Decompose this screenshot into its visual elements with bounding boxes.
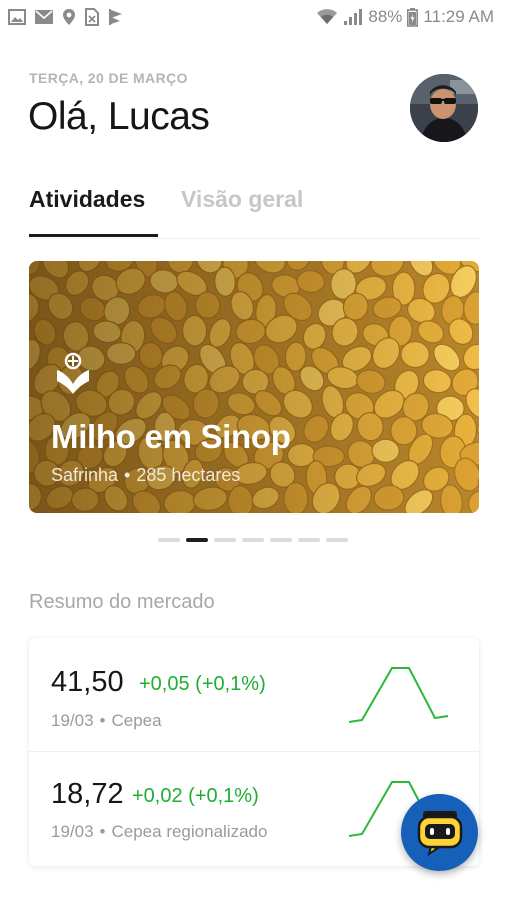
flag-icon (108, 8, 124, 26)
carousel-dot[interactable] (298, 538, 320, 542)
wifi-icon (316, 8, 338, 26)
signal-icon (343, 8, 363, 26)
activity-subtitle: Safrinha • 285 hectares (51, 465, 240, 486)
battery-percent: 88% (368, 7, 403, 26)
battery-icon (407, 7, 419, 27)
sparkline-chart (348, 667, 449, 723)
status-bar: 88% 11:29 AM (0, 0, 506, 34)
assistant-button[interactable] (401, 794, 478, 871)
market-quote-row[interactable]: 41,50 +0,05 (+0,1%) 19/03 • Cepea (29, 638, 479, 752)
no-sim-icon (84, 8, 100, 26)
quote-value: 18,72 (51, 778, 124, 810)
quote-separator: • (99, 711, 106, 730)
quote-change: +0,02 (+0,1%) (132, 785, 259, 807)
mail-icon (34, 9, 54, 25)
quote-date: 19/03 (51, 711, 94, 730)
location-icon (62, 8, 76, 26)
carousel-dot[interactable] (326, 538, 348, 542)
notification-icons (8, 8, 124, 26)
carousel-dot[interactable] (214, 538, 236, 542)
tab-overview[interactable]: Visão geral (181, 186, 303, 213)
user-avatar[interactable] (410, 74, 478, 142)
active-tab-indicator (29, 234, 158, 237)
activity-season: Safrinha (51, 465, 119, 485)
activity-title: Milho em Sinop (51, 418, 291, 455)
carousel-dot[interactable] (158, 538, 180, 542)
date-label: TERÇA, 20 DE MARÇO (29, 70, 188, 86)
carousel-dot[interactable] (242, 538, 264, 542)
quote-meta: 19/03 • Cepea regionalizado (51, 822, 267, 842)
crop-icon (54, 351, 92, 400)
carousel-dot[interactable] (270, 538, 292, 542)
system-icons: 88% 11:29 AM (316, 7, 494, 27)
tab-activities[interactable]: Atividades (29, 186, 145, 213)
market-summary-title: Resumo do mercado (29, 591, 215, 613)
quote-value: 41,50 (51, 666, 124, 698)
quote-change: +0,05 (+0,1%) (139, 673, 266, 695)
quote-source: Cepea regionalizado (111, 822, 268, 841)
carousel-indicator (158, 538, 348, 542)
activity-card[interactable]: Milho em Sinop Safrinha • 285 hectares (29, 261, 479, 513)
quote-separator: • (99, 822, 106, 841)
quote-date: 19/03 (51, 822, 94, 841)
activity-area: 285 hectares (136, 465, 241, 485)
greeting-title: Olá, Lucas (28, 95, 210, 138)
clock: 11:29 AM (423, 7, 494, 26)
carousel-dot[interactable] (186, 538, 208, 542)
tab-bar: Atividades Visão geral (29, 186, 479, 239)
robot-assistant-icon (417, 811, 463, 857)
quote-meta: 19/03 • Cepea (51, 711, 162, 731)
gallery-icon (8, 9, 26, 25)
activity-separator: • (124, 465, 131, 485)
quote-source: Cepea (111, 711, 162, 730)
